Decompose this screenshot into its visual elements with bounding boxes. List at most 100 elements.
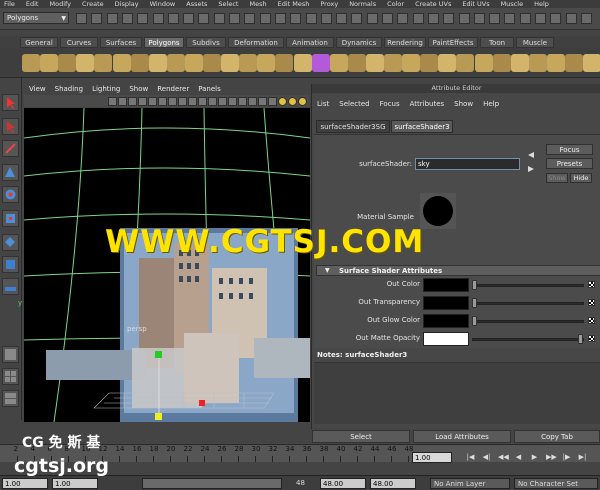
playback-button-icon[interactable]: ▶| [578,453,587,462]
cylinder-icon[interactable] [58,54,77,72]
playback-button-icon[interactable]: |▶ [562,453,571,462]
status-line-icon[interactable] [489,13,501,24]
layout-split-icon[interactable] [2,390,19,407]
pipe-icon[interactable] [166,54,185,72]
current-frame-field[interactable]: 1.00 [412,452,452,463]
viewport-menu-renderer[interactable]: Renderer [157,85,189,93]
map-button-icon[interactable] [588,281,595,288]
menu-normals[interactable]: Normals [349,0,376,8]
extrude-icon[interactable] [365,54,384,72]
triangulate-icon[interactable] [583,54,600,72]
color-swatch[interactable] [423,278,469,292]
select-tool-icon[interactable] [2,94,19,111]
viewport-toolbar-icon[interactable] [158,97,167,106]
menu-create-uvs[interactable]: Create UVs [415,0,451,8]
attribute-slider[interactable] [472,338,584,341]
menu-edit-uvs[interactable]: Edit UVs [462,0,489,8]
status-line-icon[interactable] [137,13,149,24]
shelf-tab-deformation[interactable]: Deformation [228,37,284,48]
append-icon[interactable] [402,54,421,72]
status-line-icon[interactable] [504,13,516,24]
color-swatch[interactable] [423,332,469,346]
copy-tab-button[interactable]: Copy Tab [514,430,600,443]
viewport-toolbar-icon[interactable] [298,97,307,106]
menu-file[interactable]: File [4,0,15,8]
shelf-tab-curves[interactable]: Curves [60,37,98,48]
start-time-field[interactable]: 1.00 [2,478,48,489]
menu-set-dropdown[interactable]: Polygons ▼ [3,12,69,24]
notes-textarea[interactable] [314,362,600,424]
scale-tool-icon[interactable] [2,210,19,227]
attribute-slider[interactable] [472,302,584,305]
status-line-icon[interactable] [519,13,531,24]
menu-display[interactable]: Display [115,0,139,8]
menu-edit-mesh[interactable]: Edit Mesh [278,0,310,8]
menu-color[interactable]: Color [387,0,404,8]
status-line-icon[interactable] [320,13,332,24]
last-tool-icon[interactable] [2,278,19,295]
status-line-icon[interactable] [336,13,348,24]
delete-edge-icon[interactable] [492,54,511,72]
viewport-menu-lighting[interactable]: Lighting [92,85,120,93]
viewport-toolbar-icon[interactable] [288,97,297,106]
map-button-icon[interactable] [588,317,595,324]
prism-icon[interactable] [130,54,149,72]
viewport-menu-shading[interactable]: Shading [55,85,83,93]
helix-icon[interactable] [184,54,203,72]
slider-knob[interactable] [472,316,477,326]
menu-proxy[interactable]: Proxy [320,0,338,8]
menu-mesh[interactable]: Mesh [249,0,266,8]
shelf-tab-animation[interactable]: Animation [286,37,334,48]
attribute-slider[interactable] [472,284,584,287]
bridge-icon[interactable] [384,54,402,72]
status-line-icon[interactable] [167,13,179,24]
ae-menu-selected[interactable]: Selected [339,100,369,108]
menu-modify[interactable]: Modify [49,0,71,8]
smooth-icon[interactable] [257,54,276,72]
playback-button-icon[interactable]: ◀◀ [498,453,509,462]
duplicate-icon[interactable] [510,54,529,72]
viewport-toolbar-icon[interactable] [168,97,177,106]
menu-assets[interactable]: Assets [186,0,207,8]
show-button[interactable]: Show [546,173,568,183]
viewport-toolbar-icon[interactable] [278,97,287,106]
chamfer-icon[interactable] [565,54,583,72]
menu-create[interactable]: Create [82,0,104,8]
viewport-toolbar-icon[interactable] [178,97,187,106]
viewport-toolbar-icon[interactable] [238,97,247,106]
menu-help[interactable]: Help [534,0,549,8]
menu-edit[interactable]: Edit [26,0,39,8]
soft-mod-icon[interactable] [2,256,19,273]
status-line-icon[interactable] [290,13,302,24]
viewport-toolbar-icon[interactable] [198,97,207,106]
paint-select-icon[interactable] [2,140,19,157]
combine-icon[interactable] [221,54,240,72]
playback-end-field[interactable]: 48.00 [320,478,366,489]
viewport-menu-show[interactable]: Show [129,85,148,93]
load-attributes-button[interactable]: Load Attributes [413,430,511,443]
ae-menu-show[interactable]: Show [454,100,473,108]
shelf-tab-subdivs[interactable]: Subdivs [186,37,226,48]
split-icon[interactable] [420,54,439,72]
ae-menu-list[interactable]: List [317,100,329,108]
sphere-icon[interactable] [22,54,40,72]
status-line-icon[interactable] [213,13,225,24]
viewport-toolbar-icon[interactable] [258,97,267,106]
slider-knob[interactable] [472,280,477,290]
shelf-tab-muscle[interactable]: Muscle [516,37,554,48]
tab-surface-shader-sg[interactable]: surfaceShader3SG [316,120,390,133]
viewport-menu-panels[interactable]: Panels [198,85,221,93]
manipulator-icon[interactable] [2,234,19,251]
end-time-field[interactable]: 48.00 [370,478,416,489]
status-line-icon[interactable] [152,13,164,24]
status-line-icon[interactable] [121,13,133,24]
menu-select[interactable]: Select [218,0,238,8]
map-button-icon[interactable] [588,299,595,306]
viewport-toolbar-icon[interactable] [138,97,147,106]
character-set-dropdown[interactable]: No Character Set [514,478,598,489]
torus-icon[interactable] [112,54,131,72]
slider-knob[interactable] [472,298,477,308]
status-line-icon[interactable] [91,13,103,24]
ae-menu-attributes[interactable]: Attributes [410,100,445,108]
viewport-toolbar-icon[interactable] [128,97,137,106]
